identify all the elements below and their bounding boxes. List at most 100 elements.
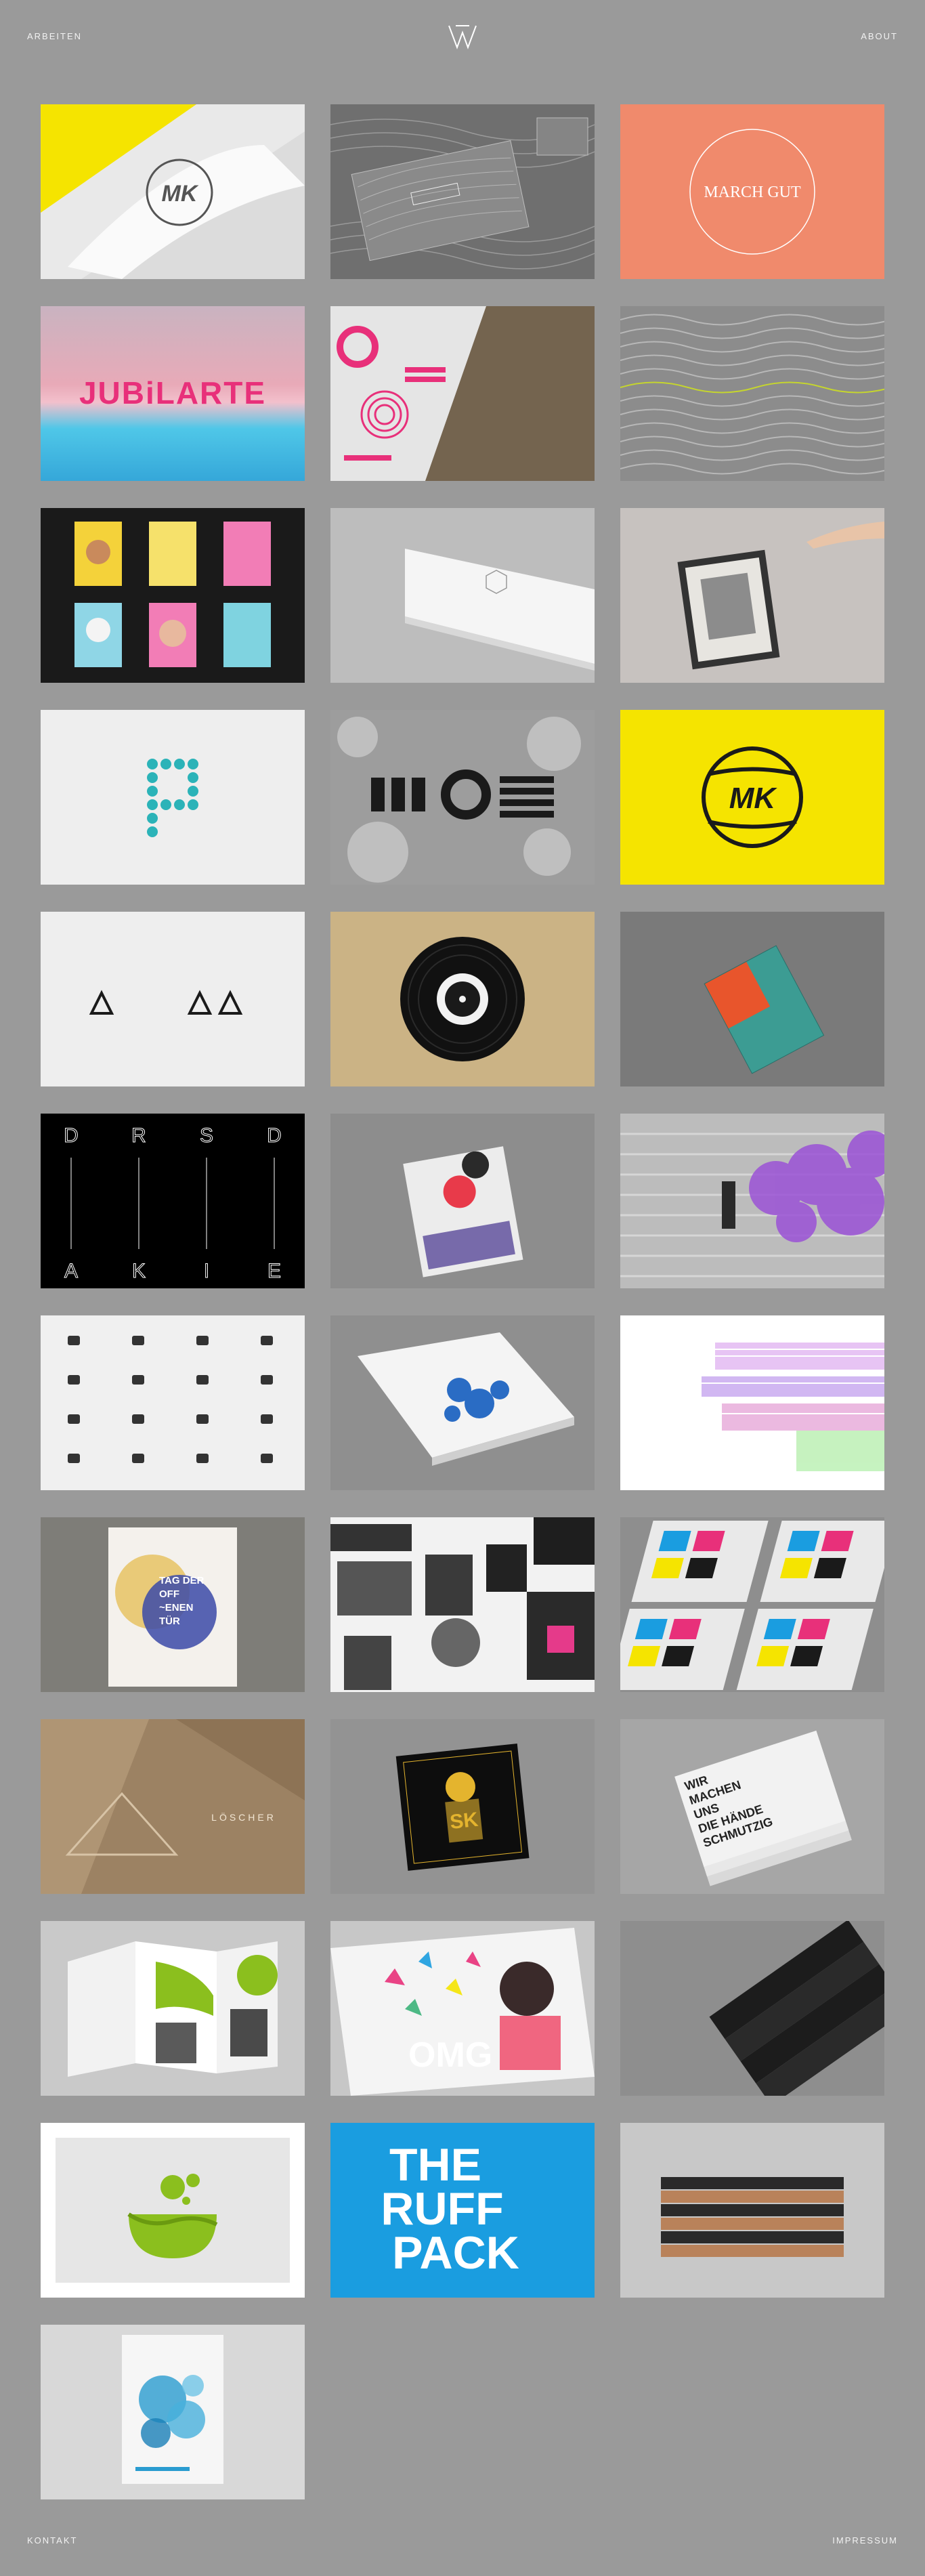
project-tile-white-box[interactable] <box>330 508 595 683</box>
nav-impressum-link[interactable]: IMPRESSUM <box>832 2535 898 2546</box>
project-thumbnail <box>330 1315 595 1490</box>
project-tile-icon-grid[interactable] <box>41 1315 305 1490</box>
project-thumbnail <box>620 508 884 683</box>
project-thumbnail <box>41 508 305 683</box>
project-tile-dotted-p[interactable] <box>41 710 305 885</box>
project-thumbnail: OMG <box>330 1921 595 2096</box>
project-tile-ground-logo[interactable] <box>330 710 595 885</box>
project-tile-glitch-art[interactable] <box>620 1315 884 1490</box>
mini-icon <box>196 1414 209 1424</box>
project-tile-ruff-pack[interactable]: THE RUFF PACK <box>330 2123 595 2298</box>
project-thumbnail <box>330 306 595 481</box>
project-tile-drsd[interactable]: D R S D A K I E <box>41 1114 305 1288</box>
nav-about-link[interactable]: ABOUT <box>861 31 898 41</box>
drsd-letter: D <box>64 1124 79 1147</box>
project-thumbnail <box>330 1517 595 1692</box>
project-thumbnail <box>41 1921 305 2096</box>
jubilarte-text: JUBiLARTE <box>79 375 266 410</box>
project-tile-poster-wall[interactable] <box>41 508 305 683</box>
project-tile-cmyk-cards[interactable] <box>620 1517 884 1692</box>
p-dot <box>160 759 171 769</box>
mini-icon <box>132 1454 144 1463</box>
loscher-text: LÖSCHER <box>211 1811 276 1823</box>
project-tile-vinyl[interactable] <box>330 912 595 1086</box>
project-thumbnail <box>620 306 884 481</box>
mk-logo-text: MK <box>162 181 199 207</box>
project-tile-abstract-cards[interactable] <box>330 1114 595 1288</box>
nav-arbeiten-link[interactable]: ARBEITEN <box>27 31 82 41</box>
drsd-letter: A <box>64 1260 78 1282</box>
mini-icon <box>132 1375 144 1385</box>
drsd-letter: K <box>132 1260 146 1282</box>
project-tile-purple-smoke[interactable] <box>620 1114 884 1288</box>
mk-logo-text: MK <box>729 782 778 815</box>
project-tile-green-bowl[interactable] <box>41 2123 305 2298</box>
project-tile-tag-der-book[interactable] <box>620 912 884 1086</box>
drsd-letter: E <box>267 1260 281 1282</box>
project-thumbnail <box>620 1315 884 1490</box>
project-thumbnail: TAG DER OFF ~ENEN TÜR <box>41 1517 305 1692</box>
project-tile-jubilarte[interactable]: JUBiLARTE <box>41 306 305 481</box>
project-tile-black-cards[interactable] <box>620 1921 884 2096</box>
project-thumbnail: MARCH GUT <box>620 104 884 279</box>
project-thumbnail: MK <box>41 104 305 279</box>
drsd-letter: D <box>267 1124 282 1147</box>
mini-icon <box>68 1336 80 1345</box>
p-dot <box>147 772 158 783</box>
mini-icon <box>132 1336 144 1345</box>
mini-icon <box>68 1414 80 1424</box>
p-dot <box>188 772 198 783</box>
logo-icon[interactable] <box>446 23 479 50</box>
project-tile-sk-cd[interactable]: SK <box>330 1719 595 1894</box>
project-tile-loscher[interactable]: LÖSCHER <box>41 1719 305 1894</box>
p-dot <box>174 799 185 810</box>
sk-logo-text: SK <box>449 1809 479 1834</box>
project-tile-photo-collage[interactable] <box>330 1517 595 1692</box>
project-tile-mk-yellow[interactable]: MK <box>620 710 884 885</box>
project-tile-magazine-stack[interactable]: WIR MACHEN UNS DIE HÄNDE SCHMUTZIG <box>620 1719 884 1894</box>
p-dot <box>147 799 158 810</box>
mini-icon <box>261 1375 273 1385</box>
mini-icon <box>68 1454 80 1463</box>
p-dot <box>188 799 198 810</box>
project-tile-contour-cards[interactable] <box>330 104 595 279</box>
project-tile-book-stack[interactable] <box>620 2123 884 2298</box>
mini-icon <box>196 1375 209 1385</box>
project-thumbnail <box>620 1517 884 1692</box>
project-tile-march-gut[interactable]: MARCH GUT <box>620 104 884 279</box>
p-dot <box>160 799 171 810</box>
project-thumbnail <box>41 2325 305 2499</box>
mini-icon <box>261 1454 273 1463</box>
project-thumbnail <box>620 1921 884 2096</box>
p-dot <box>147 826 158 837</box>
poster-text-line: ~ENEN <box>159 1602 193 1613</box>
project-tile-tag-der-poster[interactable]: TAG DER OFF ~ENEN TÜR <box>41 1517 305 1692</box>
ruff-pack-line: PACK <box>392 2227 519 2279</box>
project-tile-circle-poster[interactable] <box>41 2325 305 2499</box>
p-dot <box>147 813 158 824</box>
drsd-letter: S <box>200 1124 213 1147</box>
project-thumbnail <box>620 912 884 1086</box>
project-tile-erstmals-book[interactable] <box>330 1315 595 1490</box>
project-tile-frame-hand[interactable] <box>620 508 884 683</box>
project-thumbnail: LÖSCHER <box>41 1719 305 1894</box>
project-thumbnail: THE RUFF PACK <box>330 2123 595 2298</box>
project-thumbnail: JUBiLARTE <box>41 306 305 481</box>
project-tile-mk-paper[interactable]: MK <box>41 104 305 279</box>
project-thumbnail <box>330 912 595 1086</box>
project-tile-wave-lines[interactable] <box>620 306 884 481</box>
poster-text-line: OFF <box>159 1588 179 1600</box>
project-tile-pink-print[interactable] <box>330 306 595 481</box>
project-thumbnail <box>41 912 305 1086</box>
p-dot <box>188 759 198 769</box>
project-thumbnail <box>330 104 595 279</box>
project-tile-omg[interactable]: OMG <box>330 1921 595 2096</box>
omg-text: OMG <box>408 2035 492 2075</box>
project-tile-brochure[interactable] <box>41 1921 305 2096</box>
project-thumbnail <box>620 1114 884 1288</box>
p-dot <box>147 786 158 797</box>
project-thumbnail <box>330 710 595 885</box>
mini-icon <box>196 1336 209 1345</box>
project-tile-triangles[interactable] <box>41 912 305 1086</box>
nav-kontakt-link[interactable]: KONTAKT <box>27 2535 77 2546</box>
